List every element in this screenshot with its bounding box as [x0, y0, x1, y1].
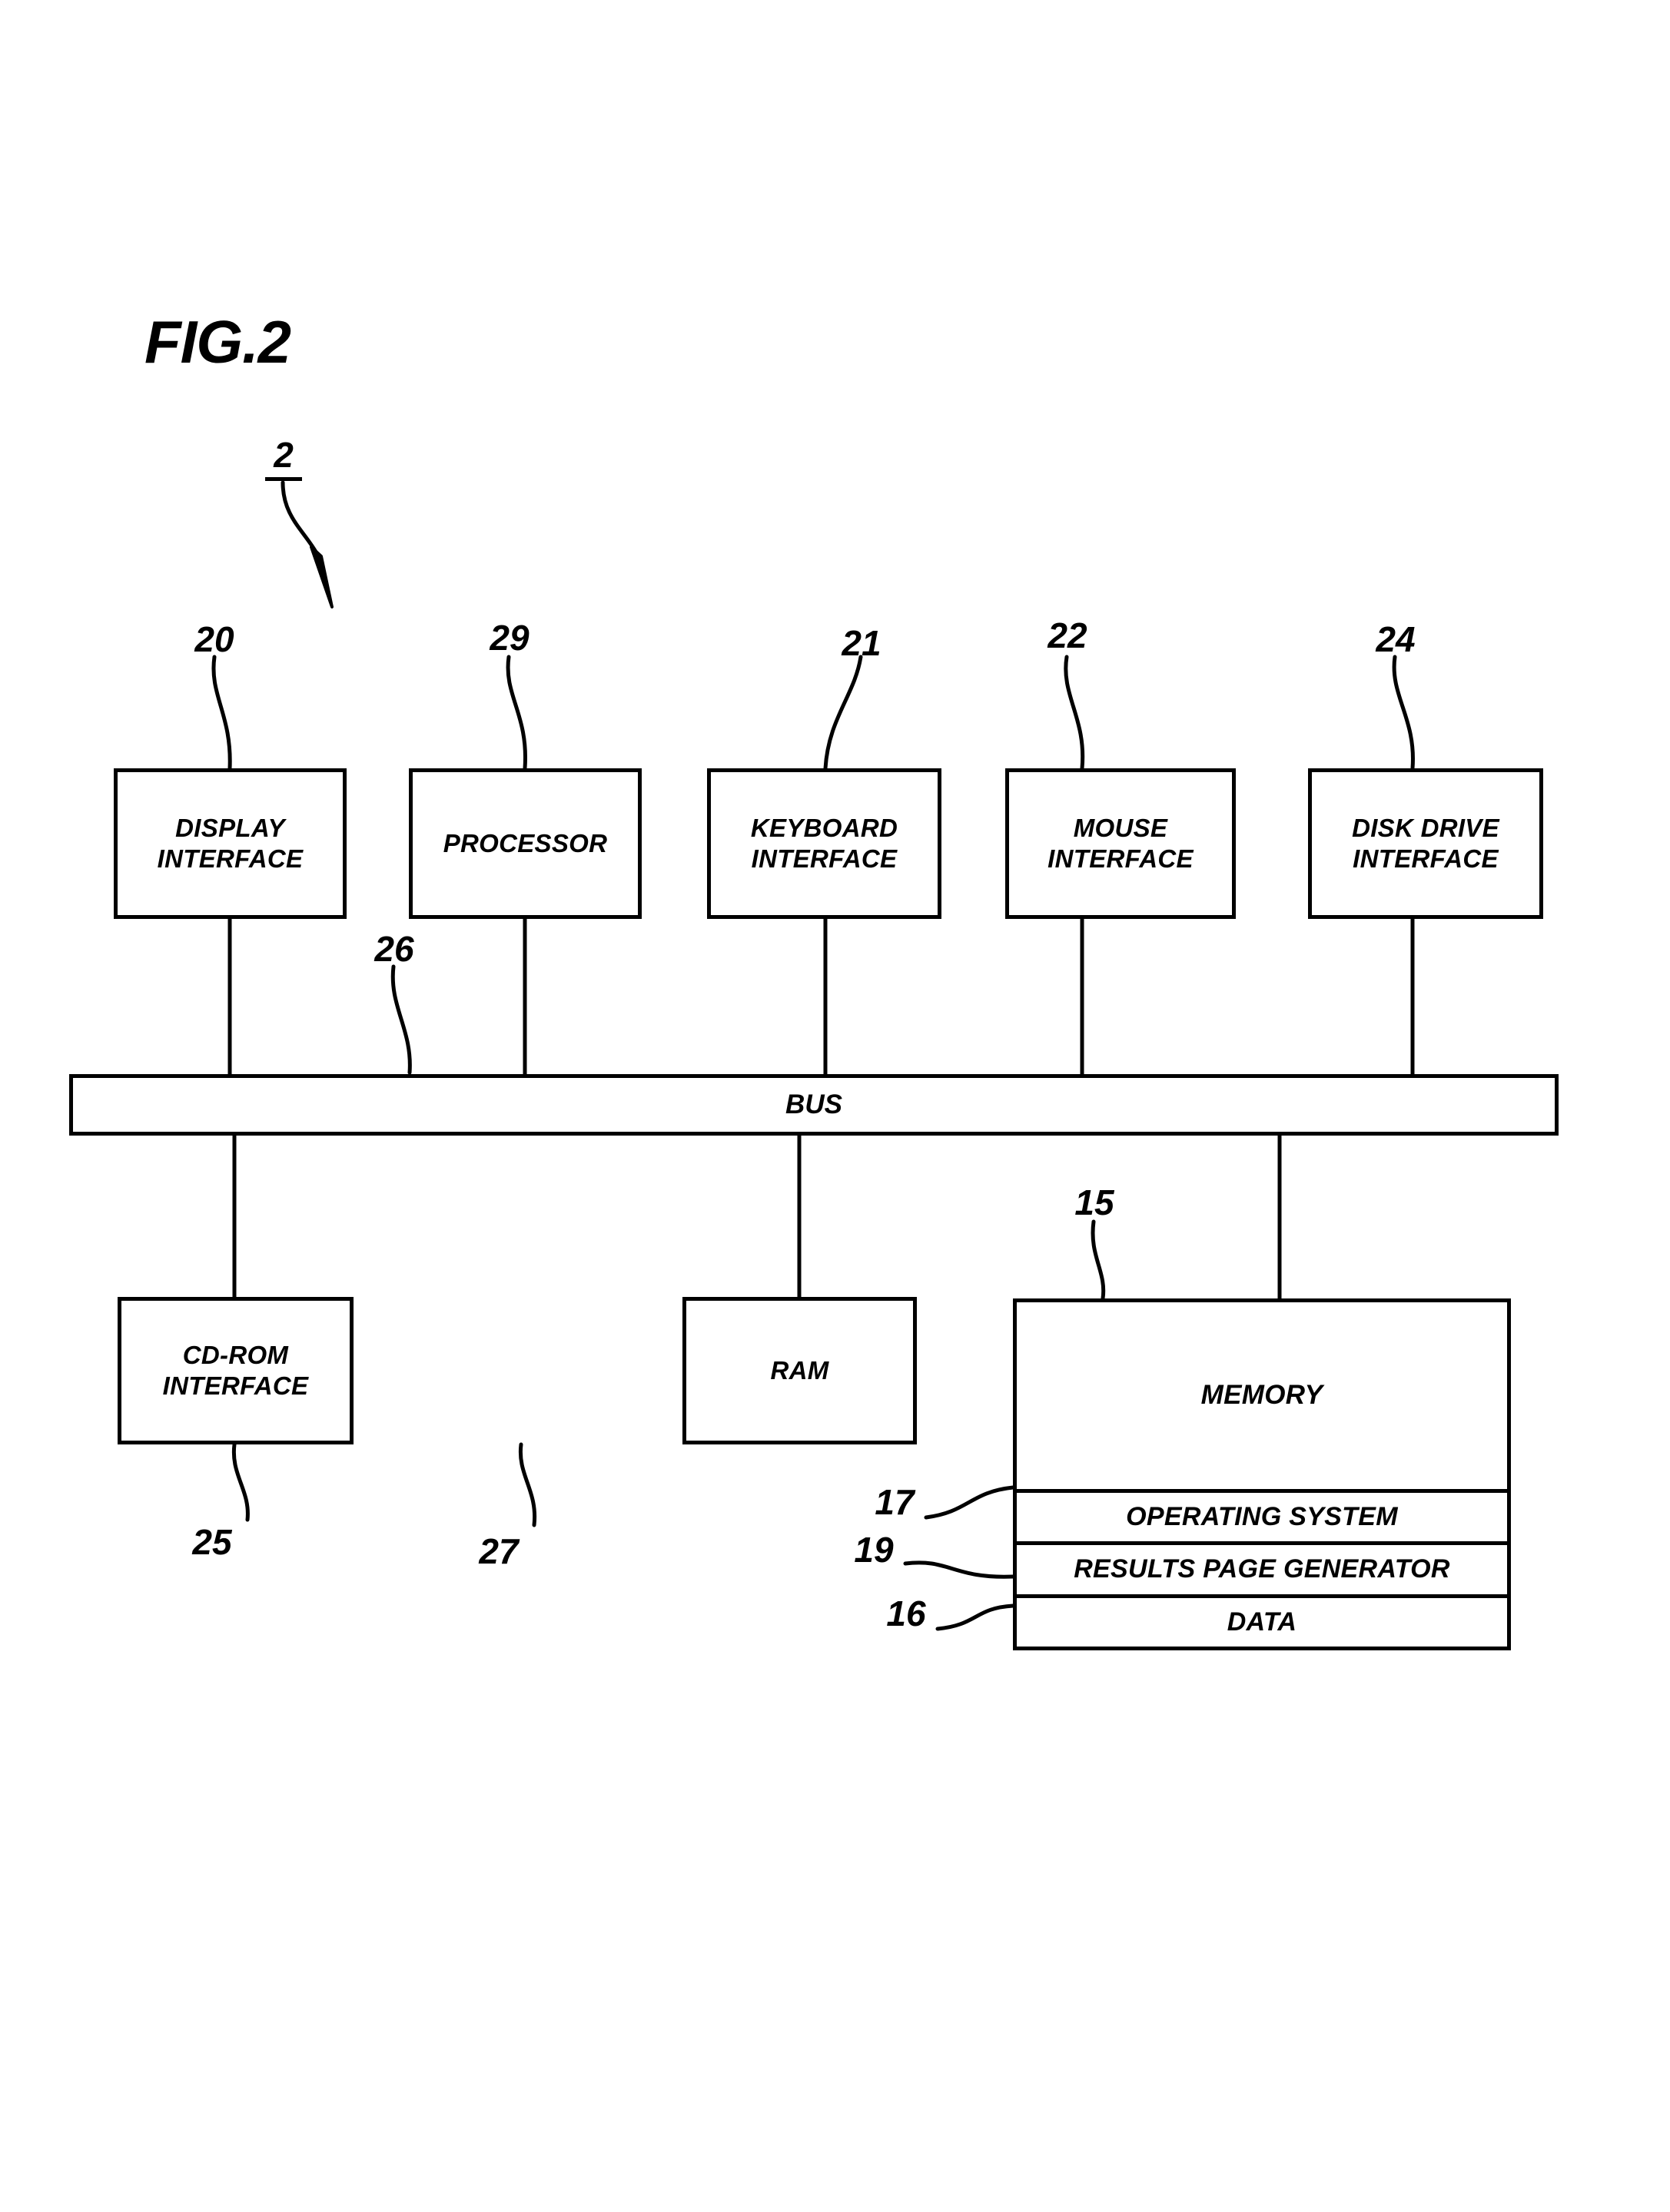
block-cdrom-interface[interactable]: CD-ROM INTERFACE	[118, 1297, 354, 1444]
leader-line-25	[231, 1442, 250, 1522]
block-disk-drive-interface[interactable]: DISK DRIVE INTERFACE	[1308, 768, 1543, 919]
ref-numeral-16: 16	[886, 1594, 926, 1633]
block-label-disk-drive-interface: DISK DRIVE INTERFACE	[1352, 813, 1499, 873]
ref-numeral-22: 22	[1047, 615, 1087, 655]
leader-line-20	[211, 655, 232, 771]
block-label-memory: MEMORY	[1200, 1380, 1323, 1411]
block-label-keyboard-interface: KEYBOARD INTERFACE	[750, 813, 898, 873]
bus-bar[interactable]: BUS	[69, 1074, 1559, 1136]
block-label-ram: RAM	[770, 1355, 829, 1385]
leader-line-27	[518, 1442, 537, 1527]
ref-numeral-26: 26	[374, 929, 414, 969]
leader-line-15	[1091, 1219, 1106, 1301]
block-label-cdrom-interface: CD-ROM INTERFACE	[162, 1340, 309, 1400]
ref-numeral-27: 27	[479, 1531, 519, 1571]
memory-main-region: MEMORY	[1017, 1302, 1507, 1489]
memory-section-results-page-generator[interactable]: RESULTS PAGE GENERATOR	[1017, 1541, 1507, 1594]
ref-numeral-21: 21	[842, 623, 881, 663]
block-memory[interactable]: MEMORY OPERATING SYSTEM RESULTS PAGE GEN…	[1013, 1298, 1511, 1650]
ref-numeral-29: 29	[490, 618, 530, 658]
block-label-mouse-interface: MOUSE INTERFACE	[1047, 813, 1194, 873]
ref-numeral-17: 17	[875, 1482, 915, 1522]
ref-numeral-25: 25	[192, 1522, 232, 1562]
block-keyboard-interface[interactable]: KEYBOARD INTERFACE	[707, 768, 941, 919]
block-display-interface[interactable]: DISPLAY INTERFACE	[114, 768, 347, 919]
leader-line-19	[903, 1560, 1015, 1579]
system-leader-arrowhead	[310, 546, 334, 609]
leader-line-22	[1064, 655, 1085, 771]
memory-section-label-results-page-generator: RESULTS PAGE GENERATOR	[1074, 1554, 1450, 1584]
leader-line-21	[823, 655, 863, 771]
memory-section-operating-system[interactable]: OPERATING SYSTEM	[1017, 1489, 1507, 1541]
memory-section-label-data: DATA	[1227, 1607, 1297, 1637]
block-processor[interactable]: PROCESSOR	[409, 768, 642, 919]
ref-numeral-system: 2	[265, 434, 302, 481]
block-ram[interactable]: RAM	[682, 1297, 917, 1444]
block-mouse-interface[interactable]: MOUSE INTERFACE	[1005, 768, 1236, 919]
ref-numeral-20: 20	[194, 619, 234, 659]
system-leader-line	[281, 480, 319, 555]
ref-numeral-15: 15	[1074, 1182, 1114, 1222]
leader-line-17	[924, 1485, 1015, 1520]
ref-numeral-19: 19	[854, 1530, 894, 1570]
leader-line-16	[935, 1603, 1015, 1631]
ref-numeral-24: 24	[1376, 619, 1416, 659]
memory-section-data[interactable]: DATA	[1017, 1594, 1507, 1647]
block-label-processor: PROCESSOR	[443, 828, 608, 857]
leader-line-24	[1392, 655, 1415, 771]
leader-line-29	[506, 655, 528, 771]
figure-title: FIG.2	[144, 308, 291, 376]
memory-section-label-operating-system: OPERATING SYSTEM	[1126, 1501, 1398, 1531]
patent-figure-page: FIG.2 2 20 29 21 22 24 DISPLAY INTERFACE…	[0, 0, 1670, 2212]
leader-line-26	[390, 964, 412, 1075]
bus-label: BUS	[785, 1089, 842, 1119]
block-label-display-interface: DISPLAY INTERFACE	[157, 813, 304, 873]
